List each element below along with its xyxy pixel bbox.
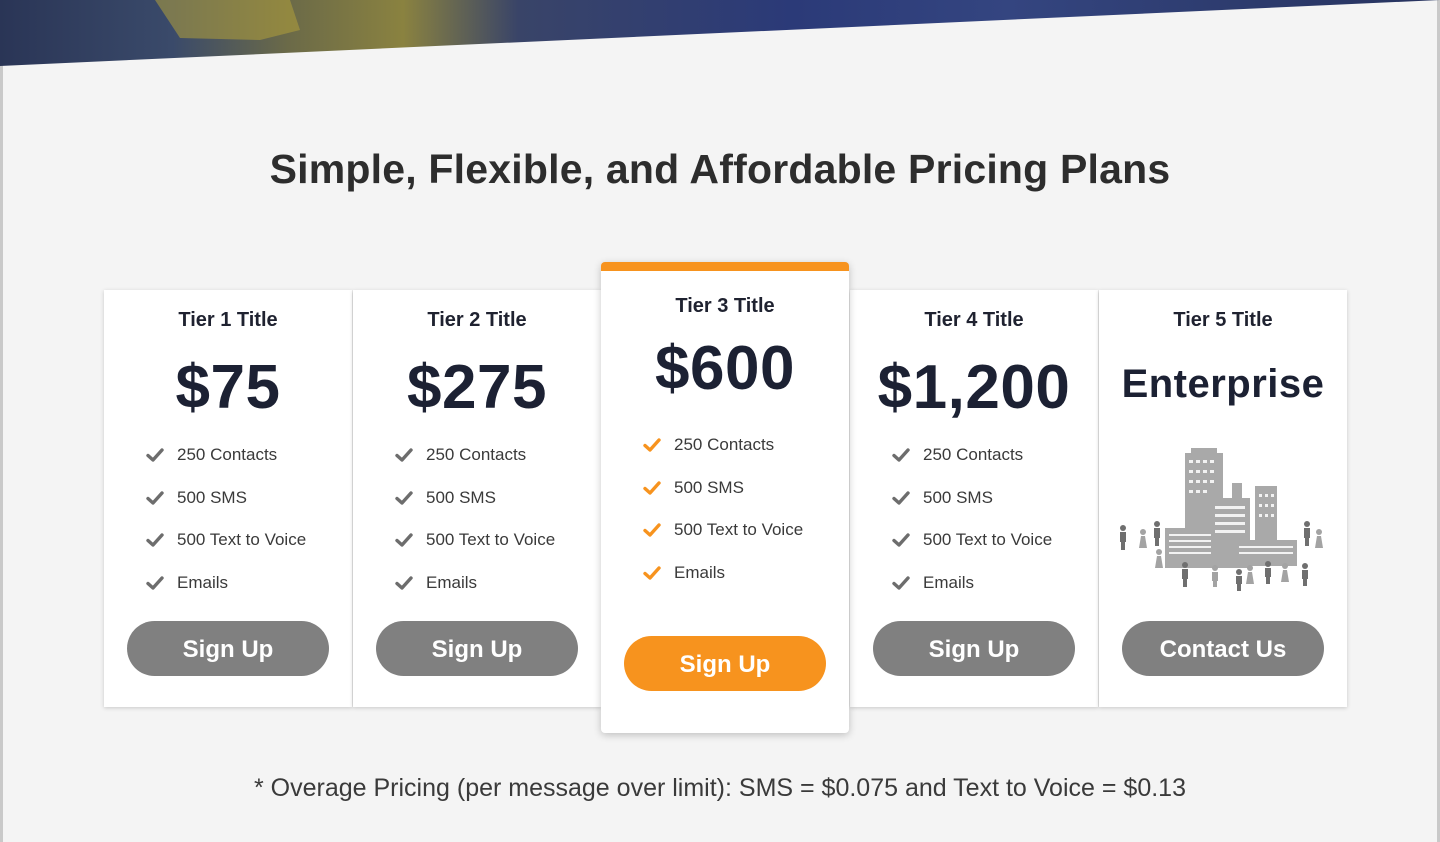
feature-label: 250 Contacts bbox=[426, 445, 527, 464]
feature-label: 500 SMS bbox=[177, 487, 247, 507]
feature-label: 500 Text to Voice bbox=[923, 530, 1053, 549]
checkmark-icon bbox=[643, 438, 661, 452]
checkmark-icon bbox=[395, 575, 413, 590]
feature-item: 500 SMS bbox=[395, 488, 555, 531]
feature-label: 500 SMS bbox=[674, 477, 744, 497]
city-people-icon bbox=[1120, 448, 1323, 591]
checkmark-icon bbox=[892, 575, 910, 590]
checkmark-icon bbox=[643, 523, 661, 537]
checkmark-icon bbox=[643, 565, 661, 580]
tier-price: $600 bbox=[655, 334, 795, 403]
sign-up-button[interactable]: Sign Up bbox=[127, 621, 329, 676]
feature-label: 500 Text to Voice bbox=[426, 530, 556, 549]
tier-price: $75 bbox=[175, 353, 281, 422]
feature-item: 500 SMS bbox=[146, 488, 306, 531]
feature-label: 500 SMS bbox=[923, 487, 993, 507]
feature-label: 500 Text to Voice bbox=[674, 520, 804, 539]
feature-item: 250 Contacts bbox=[146, 445, 306, 488]
sign-up-button[interactable]: Sign Up bbox=[376, 621, 578, 676]
checkmark-icon bbox=[892, 490, 910, 505]
checkmark-icon bbox=[892, 448, 910, 462]
feature-item: 500 SMS bbox=[643, 478, 803, 521]
feature-item: 250 Contacts bbox=[892, 445, 1052, 488]
feature-label: Emails bbox=[177, 572, 229, 592]
feature-item: Emails bbox=[892, 573, 1052, 616]
feature-item: Emails bbox=[395, 573, 555, 616]
feature-label: Emails bbox=[426, 572, 478, 592]
feature-label: 500 SMS bbox=[426, 487, 496, 507]
feature-item: 500 Text to Voice bbox=[395, 530, 555, 573]
feature-list: 250 Contacts 500 SMS 500 Text to Voice E… bbox=[643, 435, 803, 605]
checkmark-icon bbox=[892, 533, 910, 547]
feature-item: 250 Contacts bbox=[643, 435, 803, 478]
feature-list: 250 Contacts 500 SMS 500 Text to Voice E… bbox=[146, 445, 306, 615]
feature-label: Emails bbox=[674, 562, 726, 582]
feature-item: 500 SMS bbox=[892, 488, 1052, 531]
pricing-card-tier-2: Tier 2 Title $275 250 Contacts 500 SMS 5… bbox=[353, 290, 601, 707]
feature-item: 500 Text to Voice bbox=[643, 520, 803, 563]
checkmark-icon bbox=[395, 533, 413, 547]
checkmark-icon bbox=[395, 448, 413, 462]
sign-up-button[interactable]: Sign Up bbox=[624, 636, 826, 691]
feature-item: Emails bbox=[643, 563, 803, 606]
checkmark-icon bbox=[146, 575, 164, 590]
tier-title: Tier 5 Title bbox=[1173, 309, 1273, 331]
pricing-card-tier-5: Tier 5 Title Enterprise Contact Us bbox=[1099, 290, 1347, 707]
feature-list: 250 Contacts 500 SMS 500 Text to Voice E… bbox=[395, 445, 555, 615]
contact-us-button[interactable]: Contact Us bbox=[1122, 621, 1324, 676]
pricing-card-tier-4: Tier 4 Title $1,200 250 Contacts 500 SMS… bbox=[850, 290, 1098, 707]
tier-title: Tier 4 Title bbox=[924, 309, 1024, 331]
feature-item: Emails bbox=[146, 573, 306, 616]
hero-banner bbox=[0, 0, 1440, 68]
feature-item: 500 Text to Voice bbox=[146, 530, 306, 573]
checkmark-icon bbox=[643, 480, 661, 495]
pricing-cards: Tier 1 Title $75 250 Contacts 500 SMS 50… bbox=[104, 262, 1347, 742]
tier-price: $1,200 bbox=[877, 353, 1071, 422]
feature-label: Emails bbox=[923, 572, 975, 592]
checkmark-icon bbox=[146, 490, 164, 505]
checkmark-icon bbox=[146, 533, 164, 547]
feature-item: 500 Text to Voice bbox=[892, 530, 1052, 573]
feature-label: 250 Contacts bbox=[674, 435, 775, 454]
feature-label: 500 Text to Voice bbox=[177, 530, 307, 549]
page-title: Simple, Flexible, and Affordable Pricing… bbox=[269, 146, 1171, 192]
tier-title: Tier 3 Title bbox=[675, 295, 775, 317]
feature-list: 250 Contacts 500 SMS 500 Text to Voice E… bbox=[892, 445, 1052, 615]
overage-pricing-note: * Overage Pricing (per message over limi… bbox=[254, 774, 1186, 802]
pricing-card-tier-3: Tier 3 Title $600 250 Contacts 500 SMS 5… bbox=[601, 262, 849, 733]
checkmark-icon bbox=[146, 448, 164, 462]
tier-title: Tier 2 Title bbox=[427, 309, 527, 331]
sign-up-button[interactable]: Sign Up bbox=[873, 621, 1075, 676]
feature-item: 250 Contacts bbox=[395, 445, 555, 488]
feature-label: 250 Contacts bbox=[177, 445, 278, 464]
checkmark-icon bbox=[395, 490, 413, 505]
feature-label: 250 Contacts bbox=[923, 445, 1024, 464]
tier-price: Enterprise bbox=[1121, 362, 1325, 406]
tier-title: Tier 1 Title bbox=[178, 309, 278, 331]
tier-price: $275 bbox=[407, 353, 547, 422]
pricing-card-tier-1: Tier 1 Title $75 250 Contacts 500 SMS 50… bbox=[104, 290, 352, 707]
